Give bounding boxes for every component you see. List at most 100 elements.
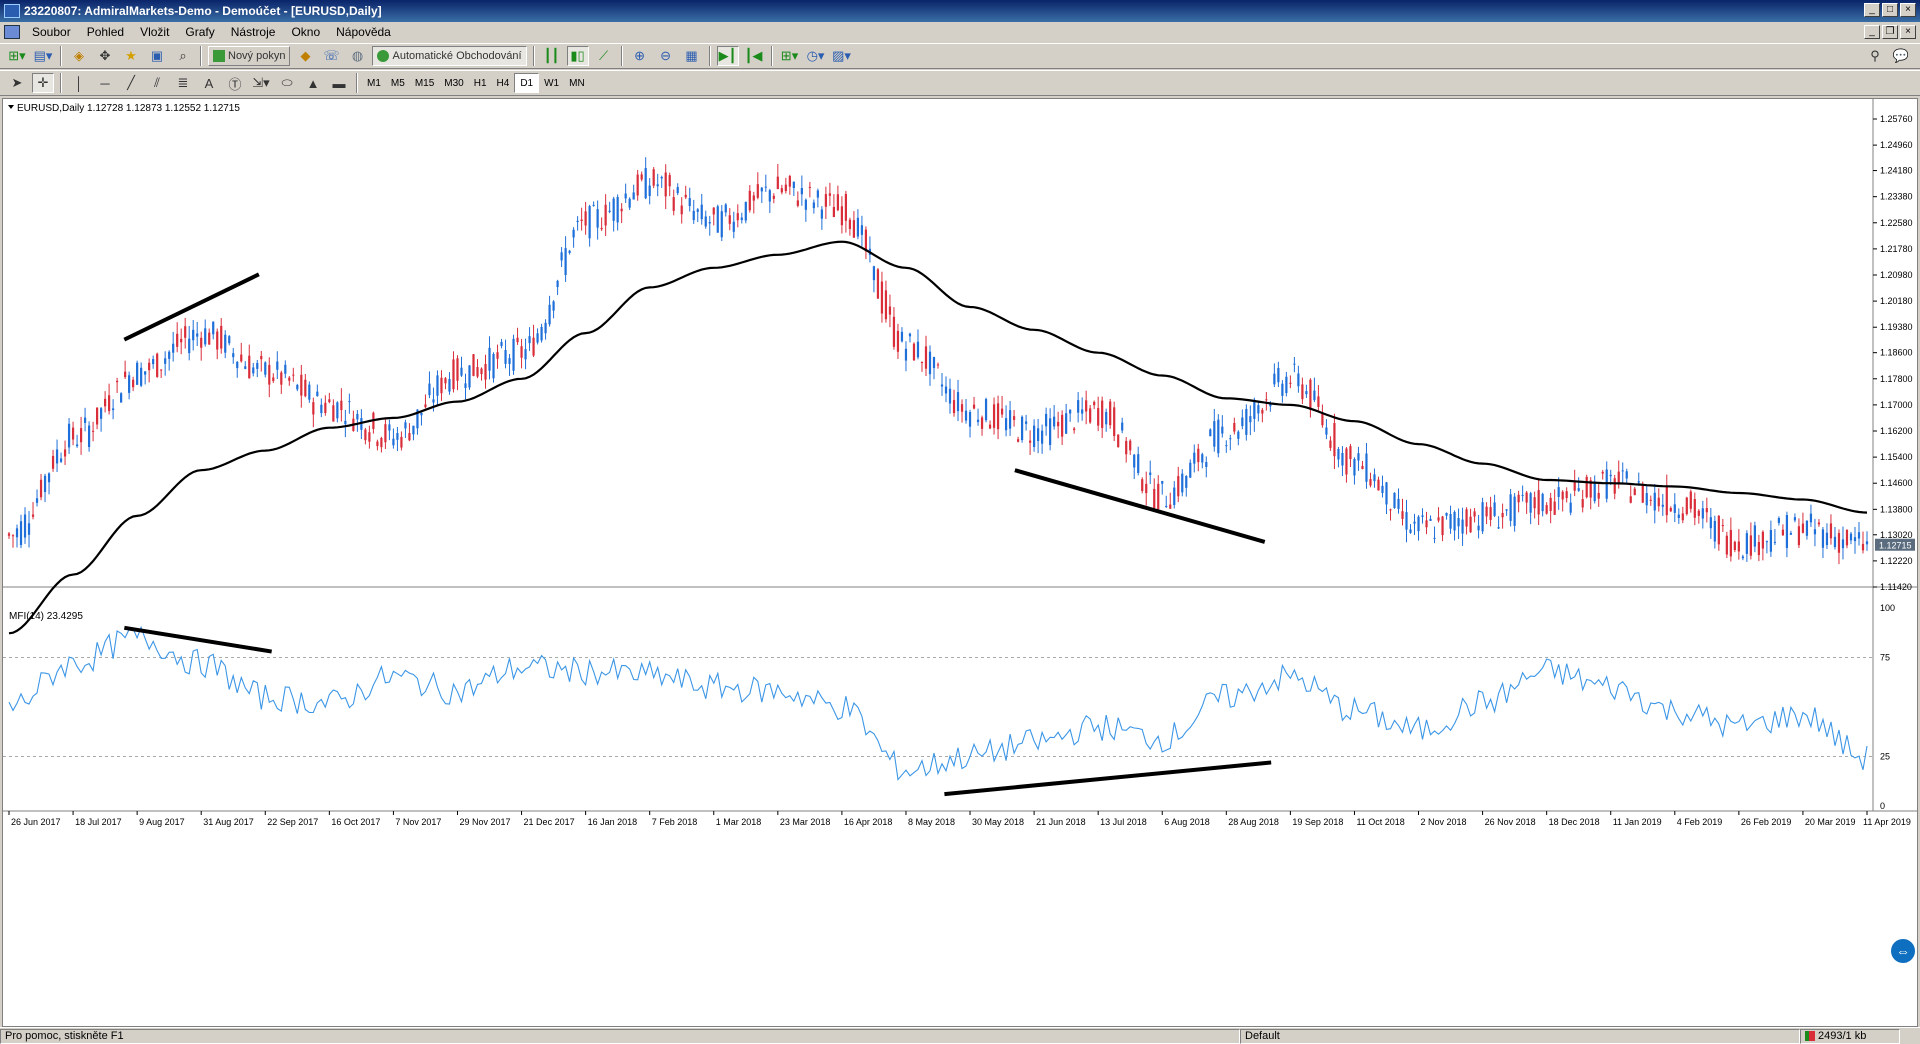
teamviewer-icon[interactable]: ⇔ bbox=[1891, 939, 1915, 963]
child-close-button[interactable]: × bbox=[1900, 25, 1916, 39]
new-chart-icon[interactable]: ⊞▾ bbox=[6, 46, 28, 66]
text-label-icon[interactable]: Ⓣ bbox=[224, 73, 246, 93]
candle-body bbox=[828, 193, 831, 196]
rectangle-icon[interactable]: ▬ bbox=[328, 73, 350, 93]
chart-canvas[interactable]: 1.25760 1.24960 1.24180 1.23380 1.22580 1.217… bbox=[3, 99, 1917, 1026]
menu-soubor[interactable]: Soubor bbox=[24, 25, 79, 39]
templates-icon[interactable]: ▨▾ bbox=[831, 46, 853, 66]
fibonacci-icon[interactable]: ≣ bbox=[172, 73, 194, 93]
metaeditor-icon[interactable]: ◆ bbox=[294, 46, 316, 66]
candle-body bbox=[704, 216, 707, 227]
zoom-in-icon[interactable]: ⊕ bbox=[629, 46, 651, 66]
candle-body bbox=[1205, 462, 1208, 467]
market-watch-icon[interactable]: ◈ bbox=[68, 46, 90, 66]
candle-body bbox=[356, 413, 359, 420]
profiles-icon[interactable]: ▤▾ bbox=[32, 46, 54, 66]
cursor-icon[interactable]: ➤ bbox=[6, 73, 28, 93]
text-icon[interactable]: A bbox=[198, 73, 220, 93]
menu-pohled[interactable]: Pohled bbox=[79, 25, 132, 39]
tile-windows-icon[interactable]: ▦ bbox=[681, 46, 703, 66]
candle-body bbox=[188, 338, 191, 354]
chart-window[interactable]: 1.25760 1.24960 1.24180 1.23380 1.22580 1.217… bbox=[2, 98, 1918, 1027]
child-restore-button[interactable]: ❐ bbox=[1882, 25, 1898, 39]
candle-body bbox=[59, 458, 63, 462]
autotrading-button[interactable]: Automatické Obchodování bbox=[372, 46, 527, 66]
timeframe-m5[interactable]: M5 bbox=[386, 73, 410, 93]
autotrading-label: Automatické Obchodování bbox=[392, 50, 522, 62]
ellipse-icon[interactable]: ⬭ bbox=[276, 73, 298, 93]
price-tick-label: 1.19380 bbox=[1880, 322, 1913, 332]
chart-collapse-icon[interactable] bbox=[8, 105, 14, 109]
search-icon[interactable]: ⚲ bbox=[1864, 46, 1886, 66]
auto-scroll-icon[interactable]: ▶┃ bbox=[716, 46, 739, 66]
minimize-button[interactable]: _ bbox=[1864, 3, 1880, 17]
chart-shift-icon[interactable]: ┃◀ bbox=[743, 46, 765, 66]
candle-body bbox=[1577, 488, 1580, 491]
line-chart-icon[interactable]: ⟋ bbox=[593, 46, 615, 66]
status-profile: Default bbox=[1240, 1028, 1800, 1044]
triangle-icon[interactable]: ▲ bbox=[302, 73, 324, 93]
chat-icon[interactable]: 💬 bbox=[1890, 46, 1912, 66]
indicators-icon[interactable]: ⊞▾ bbox=[779, 46, 801, 66]
signals-icon[interactable]: ☏ bbox=[320, 46, 342, 66]
crosshair-icon[interactable]: ✛ bbox=[32, 73, 54, 93]
candlestick-icon[interactable]: ▮▯ bbox=[566, 46, 589, 66]
market-icon[interactable]: ◍ bbox=[346, 46, 368, 66]
price-tick-label: 1.23380 bbox=[1880, 192, 1913, 202]
candle-body bbox=[1373, 474, 1376, 482]
navigator-icon[interactable]: ★ bbox=[120, 46, 142, 66]
candle-body bbox=[27, 523, 31, 535]
timeframe-h1[interactable]: H1 bbox=[469, 73, 492, 93]
candle-body bbox=[1705, 508, 1708, 513]
strategy-tester-icon[interactable]: ⌕ bbox=[172, 46, 194, 66]
timeframe-m30[interactable]: M30 bbox=[439, 73, 468, 93]
candle-body bbox=[952, 400, 956, 414]
periods-icon[interactable]: ◷▾ bbox=[805, 46, 827, 66]
data-window-icon[interactable]: ✥ bbox=[94, 46, 116, 66]
channel-icon[interactable]: ⫽ bbox=[146, 73, 168, 93]
timeframe-m15[interactable]: M15 bbox=[410, 73, 439, 93]
close-button[interactable]: × bbox=[1900, 3, 1916, 17]
trendline-icon[interactable]: ╱ bbox=[120, 73, 142, 93]
candle-body bbox=[1545, 505, 1548, 514]
chart-window-icon[interactable] bbox=[4, 25, 20, 39]
candle-body bbox=[796, 200, 799, 206]
menu-grafy[interactable]: Grafy bbox=[177, 25, 222, 39]
zoom-out-icon[interactable]: ⊖ bbox=[655, 46, 677, 66]
candle-body bbox=[908, 333, 912, 337]
menu-okno[interactable]: Okno bbox=[283, 25, 328, 39]
candle-body bbox=[1681, 513, 1684, 521]
maximize-button[interactable]: □ bbox=[1882, 3, 1898, 17]
child-minimize-button[interactable]: _ bbox=[1864, 25, 1880, 39]
candle-body bbox=[508, 358, 511, 364]
candle-body bbox=[1237, 431, 1240, 439]
menu-napoveda[interactable]: Nápověda bbox=[328, 25, 399, 39]
candle-body bbox=[732, 221, 735, 232]
candle-body bbox=[428, 383, 431, 396]
vertical-line-icon[interactable]: │ bbox=[68, 73, 90, 93]
candle-body bbox=[1505, 509, 1508, 511]
horizontal-line-icon[interactable]: ─ bbox=[94, 73, 116, 93]
candle-body bbox=[1569, 502, 1572, 513]
candle-body bbox=[144, 371, 147, 375]
terminal-icon[interactable]: ▣ bbox=[146, 46, 168, 66]
menu-vlozit[interactable]: Vložit bbox=[132, 25, 177, 39]
candle-body bbox=[1257, 405, 1260, 414]
candle-body bbox=[1593, 481, 1596, 502]
candlestick-series bbox=[7, 157, 1869, 565]
timeframe-d1[interactable]: D1 bbox=[514, 73, 540, 93]
candle-body bbox=[792, 181, 795, 189]
arrows-icon[interactable]: ⇲▾ bbox=[250, 73, 272, 93]
candle-body bbox=[1133, 454, 1136, 468]
bar-chart-icon[interactable]: ┃┃ bbox=[541, 46, 563, 66]
menu-nastroje[interactable]: Nástroje bbox=[223, 25, 284, 39]
candle-body bbox=[1525, 492, 1528, 503]
timeframe-h4[interactable]: H4 bbox=[492, 73, 515, 93]
timeframe-mn[interactable]: MN bbox=[564, 73, 590, 93]
candle-body bbox=[640, 174, 643, 180]
new-order-button[interactable]: Nový pokyn bbox=[208, 46, 291, 66]
timeframe-m1[interactable]: M1 bbox=[362, 73, 386, 93]
candle-body bbox=[1177, 476, 1180, 497]
timeframe-w1[interactable]: W1 bbox=[539, 73, 564, 93]
candle-body bbox=[312, 402, 315, 415]
